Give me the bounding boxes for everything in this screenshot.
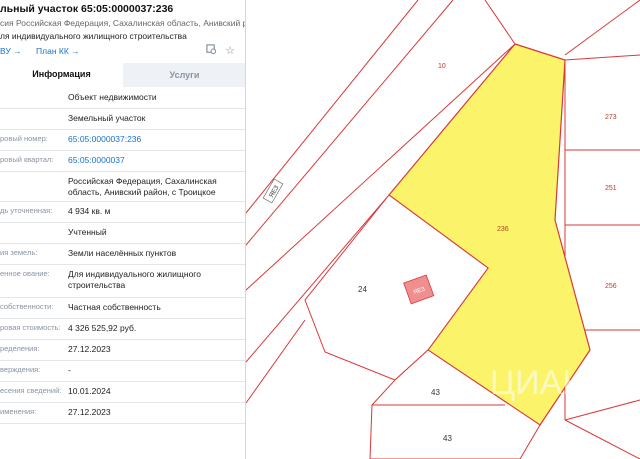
info-row: есения сведений: 10.01.2024 [0, 382, 245, 403]
panel-title: льный участок 65:05:0000037:236 [0, 3, 174, 15]
info-key: именения: [0, 407, 37, 416]
info-key: ия земель: [0, 248, 38, 257]
map-search-icon[interactable] [206, 44, 217, 58]
panel-tabs: Информация Услуги [0, 63, 245, 87]
info-key: есения сведений: [0, 386, 62, 395]
info-value: Частная собственность [68, 302, 161, 312]
info-value: 4 326 525,92 руб. [68, 323, 137, 333]
info-key: енное ование: [0, 269, 50, 278]
info-row: Объект недвижимости [0, 88, 245, 109]
link-vu[interactable]: ВУ → [0, 46, 22, 56]
info-row: верждения: - [0, 361, 245, 382]
info-row: собственности: Частная собственность [0, 298, 245, 319]
info-rows: Объект недвижимости Земельный участок ро… [0, 88, 245, 424]
info-value: 4 934 кв. м [68, 206, 111, 216]
info-value: Объект недвижимости [68, 92, 157, 102]
info-key: ровый номер: [0, 134, 48, 143]
map-label-256: 256 [605, 283, 617, 290]
info-row: дь уточненная: 4 934 кв. м [0, 202, 245, 223]
map-label-273: 273 [605, 114, 617, 121]
info-key: верждения: [0, 365, 41, 374]
star-icon[interactable]: ☆ [225, 44, 235, 58]
info-value: Земли населённых пунктов [68, 248, 177, 258]
info-key: ровая стоимость: [0, 323, 61, 332]
info-row: ровый квартал: 65:05:0000037 [0, 151, 245, 172]
map-label-10: 10 [438, 63, 446, 70]
info-key: ределения: [0, 344, 40, 353]
cadastral-quarter-link[interactable]: 65:05:0000037 [66, 151, 245, 171]
map-label-24: 24 [358, 285, 367, 294]
map-label-43b: 43 [443, 434, 452, 443]
info-key: ровый квартал: [0, 155, 54, 164]
info-value: - [68, 365, 71, 375]
info-panel: льный участок 65:05:0000037:236 сия Росс… [0, 0, 246, 459]
info-row: ия земель: Земли населённых пунктов [0, 244, 245, 265]
info-value: Для индивидуального жилищного строительс… [68, 269, 201, 290]
panel-links: ВУ → План КК → [0, 46, 92, 56]
map-label-251: 251 [605, 185, 617, 192]
tab-information[interactable]: Информация [0, 63, 123, 87]
info-key: собственности: [0, 302, 54, 311]
watermark: ЦИАН [490, 364, 587, 402]
panel-purpose: ля индивидуального жилищного строительст… [0, 31, 187, 41]
panel-actions: ☆ [206, 44, 235, 58]
info-row: Российская Федерация, Сахалинская област… [0, 172, 245, 202]
info-row: Учтенный [0, 223, 245, 244]
info-value: Учтенный [68, 227, 107, 237]
info-row: енное ование: Для индивидуального жилищно… [0, 265, 245, 298]
info-key: дь уточненная: [0, 206, 53, 215]
info-key [0, 172, 66, 201]
cadastral-number-link[interactable]: 65:05:0000037:236 [66, 130, 245, 150]
map-label-43a: 43 [431, 388, 440, 397]
tab-services[interactable]: Услуги [123, 63, 245, 87]
info-row: именения: 27.12.2023 [0, 403, 245, 424]
info-key [0, 223, 66, 243]
map-label-236: 236 [497, 226, 509, 233]
info-value: 10.01.2024 [68, 386, 111, 396]
info-value: Российская Федерация, Сахалинская област… [68, 176, 217, 197]
info-value: 27.12.2023 [68, 344, 111, 354]
info-row: ровый номер: 65:05:0000037:236 [0, 130, 245, 151]
link-plan-kk[interactable]: План КК → [36, 46, 80, 56]
panel-address: сия Российская Федерация, Сахалинская об… [0, 18, 245, 28]
info-value: Земельный участок [68, 113, 146, 123]
info-value: 27.12.2023 [68, 407, 111, 417]
info-row: Земельный участок [0, 109, 245, 130]
info-row: ределения: 27.12.2023 [0, 340, 245, 361]
info-row: ровая стоимость: 4 326 525,92 руб. [0, 319, 245, 340]
